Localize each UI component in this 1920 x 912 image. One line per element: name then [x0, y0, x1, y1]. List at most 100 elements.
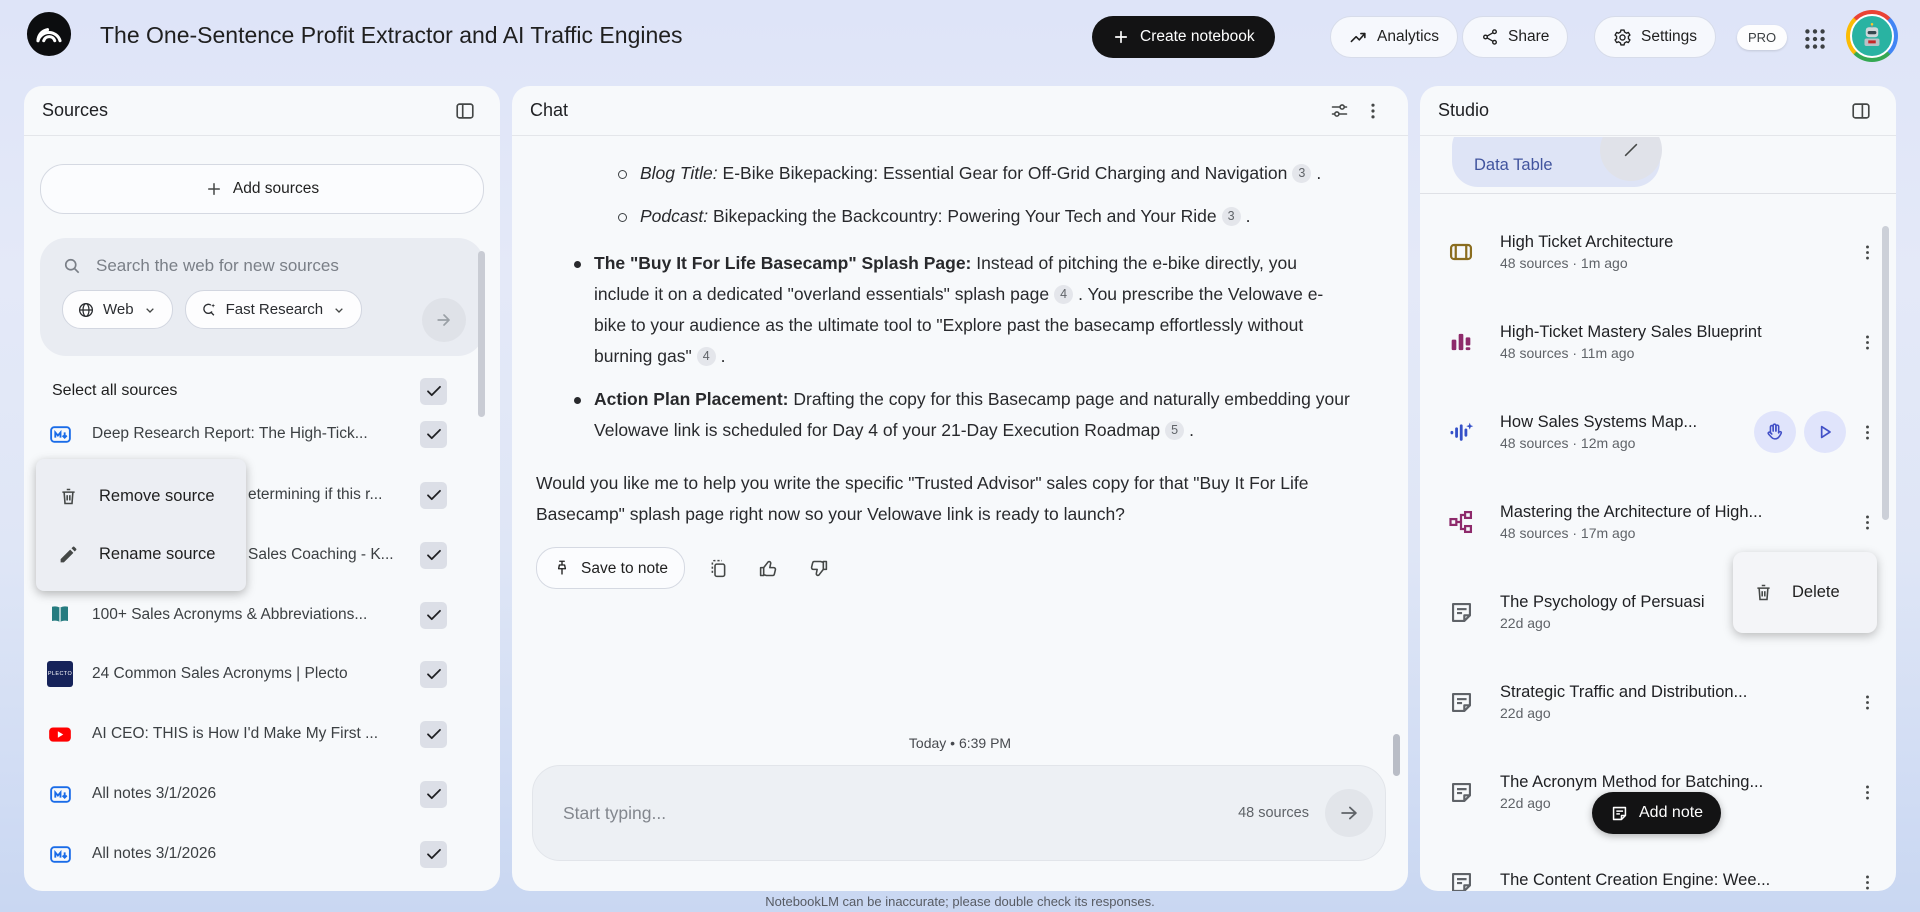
- chevron-down-icon: [335, 307, 343, 313]
- thumbs-down-icon[interactable]: [801, 551, 835, 585]
- thumbs-up-icon[interactable]: [751, 551, 785, 585]
- remove-source-menu-item[interactable]: Remove source: [36, 467, 246, 525]
- create-notebook-button[interactable]: Create notebook: [1092, 16, 1275, 58]
- studio-item-menu-icon[interactable]: [1852, 687, 1882, 717]
- save-to-note-button[interactable]: Save to note: [536, 547, 686, 589]
- citation-chip[interactable]: 4: [1054, 285, 1074, 304]
- report-icon: [1444, 325, 1478, 359]
- delete-menu-item[interactable]: Delete: [1733, 552, 1877, 633]
- chat-more-options-icon[interactable]: [1356, 94, 1390, 128]
- source-count-label: 48 sources: [1238, 805, 1309, 821]
- studio-item[interactable]: High Ticket Architecture 48 sources · 1m…: [1420, 220, 1896, 284]
- source-checkbox[interactable]: [420, 601, 447, 629]
- source-checkbox[interactable]: [420, 420, 447, 448]
- submit-search-button[interactable]: [422, 298, 466, 342]
- notebooklm-logo-icon[interactable]: [26, 11, 72, 57]
- trash-icon: [62, 488, 75, 504]
- robot-avatar-image: [1850, 14, 1894, 58]
- share-icon: [1483, 29, 1497, 45]
- studio-item-menu-icon[interactable]: [1852, 417, 1882, 447]
- chat-actions-row: Save to note: [536, 547, 1382, 589]
- youtube-favicon: [46, 720, 74, 748]
- rename-source-menu-item[interactable]: Rename source: [36, 525, 246, 583]
- notebook-title: The One-Sentence Profit Extractor and AI…: [100, 22, 683, 48]
- analytics-button[interactable]: Analytics: [1330, 16, 1459, 58]
- citation-chip[interactable]: 4: [696, 347, 716, 366]
- source-checkbox[interactable]: [420, 481, 447, 509]
- studio-item[interactable]: The Content Creation Engine: Wee...: [1420, 850, 1896, 891]
- studio-item-menu-icon[interactable]: [1852, 777, 1882, 807]
- disclaimer-text: NotebookLM can be inaccurate; please dou…: [765, 894, 1155, 909]
- share-button[interactable]: Share: [1462, 16, 1569, 58]
- select-all-checkbox[interactable]: [420, 377, 447, 405]
- studio-item[interactable]: Strategic Traffic and Distribution... 22…: [1420, 670, 1896, 734]
- source-row[interactable]: PLECTO 24 Common Sales Acronyms | Plecto: [24, 652, 500, 696]
- source-checkbox[interactable]: [420, 720, 447, 748]
- citation-chip[interactable]: 3: [1221, 207, 1241, 226]
- citation-chip[interactable]: 3: [1292, 164, 1312, 183]
- studio-item[interactable]: High-Ticket Mastery Sales Blueprint 48 s…: [1420, 310, 1896, 374]
- source-row[interactable]: All notes 3/1/2026: [24, 772, 500, 816]
- select-all-sources-label: Select all sources: [52, 382, 178, 399]
- studio-item-menu-icon[interactable]: [1852, 507, 1882, 537]
- note-icon: [1444, 775, 1478, 809]
- sources-scrollbar[interactable]: [478, 251, 485, 417]
- note-source-icon: [46, 780, 74, 808]
- source-checkbox[interactable]: [420, 780, 447, 808]
- source-checkbox[interactable]: [420, 660, 447, 688]
- source-checkbox[interactable]: [420, 541, 447, 569]
- studio-item-menu-icon[interactable]: [1852, 867, 1882, 891]
- plecto-favicon: PLECTO: [46, 660, 74, 688]
- google-apps-grid-icon[interactable]: [1799, 23, 1831, 55]
- hand-wave-icon: [1767, 423, 1783, 440]
- book-favicon: [46, 601, 74, 629]
- chat-closing-paragraph: Would you like me to help you write the …: [536, 473, 1309, 524]
- settings-button[interactable]: Settings: [1594, 16, 1717, 58]
- chat-bullet: Action Plan Placement: Drafting the copy…: [570, 384, 1352, 446]
- studio-item-menu-icon[interactable]: [1852, 237, 1882, 267]
- interactive-mode-button[interactable]: [1754, 411, 1796, 453]
- arrow-right-icon: [437, 314, 450, 326]
- add-note-button[interactable]: Add note: [1592, 792, 1722, 834]
- source-row[interactable]: Deep Research Report: The High-Tick...: [24, 412, 500, 456]
- copy-icon[interactable]: [701, 551, 735, 585]
- play-audio-button[interactable]: [1804, 411, 1846, 453]
- source-row[interactable]: AI CEO: THIS is How I'd Make My First ..…: [24, 712, 500, 756]
- search-placeholder[interactable]: Search the web for new sources: [96, 256, 339, 276]
- plus-icon: [1114, 30, 1128, 44]
- chat-panel: Chat Blog Title: E-Bike Bikepacking: Ess…: [512, 86, 1408, 891]
- chat-bullet: The "Buy It For Life Basecamp" Splash Pa…: [570, 248, 1352, 372]
- source-checkbox[interactable]: [420, 840, 447, 868]
- studio-item[interactable]: How Sales Systems Map... 48 sources · 12…: [1420, 400, 1896, 464]
- source-row[interactable]: All notes 3/1/2026: [24, 832, 500, 876]
- chat-scrollbar[interactable]: [1393, 734, 1400, 776]
- flashcards-icon: [1444, 235, 1478, 269]
- note-icon: [1612, 806, 1627, 820]
- citation-chip[interactable]: 5: [1165, 421, 1185, 440]
- note-source-icon: [46, 420, 74, 448]
- web-search-box: Search the web for new sources Web Fast …: [40, 238, 484, 356]
- web-filter-dropdown[interactable]: Web: [62, 290, 173, 329]
- source-row[interactable]: 100+ Sales Acronyms & Abbreviations...: [24, 593, 500, 637]
- studio-panel: Studio Data Table High Ticket Architectu…: [1420, 86, 1896, 891]
- collapse-sources-panel-icon[interactable]: [448, 94, 482, 128]
- research-mode-dropdown[interactable]: Fast Research: [184, 290, 363, 329]
- gear-icon: [1614, 28, 1631, 46]
- studio-item-menu-icon[interactable]: [1852, 327, 1882, 357]
- chat-sub-bullet: Podcast: Bikepacking the Backcountry: Po…: [616, 201, 1340, 232]
- studio-panel-title: Studio: [1438, 100, 1490, 120]
- sources-panel-title: Sources: [42, 100, 109, 120]
- collapse-studio-panel-icon[interactable]: [1844, 94, 1878, 128]
- send-button[interactable]: [1325, 789, 1373, 837]
- note-source-icon: [46, 840, 74, 868]
- chat-timestamp: Today • 6:39 PM: [908, 735, 1012, 751]
- pencil-icon: [60, 546, 77, 562]
- account-avatar[interactable]: [1846, 10, 1898, 62]
- add-sources-button[interactable]: Add sources: [40, 164, 484, 214]
- studio-item[interactable]: Mastering the Architecture of High... 48…: [1420, 490, 1896, 554]
- chat-text-input[interactable]: [561, 801, 1239, 825]
- notebooklm-app: The One-Sentence Profit Extractor and AI…: [0, 0, 1920, 912]
- studio-scrollbar[interactable]: [1882, 226, 1889, 520]
- note-icon: [1444, 685, 1478, 719]
- chat-settings-icon[interactable]: [1322, 94, 1356, 128]
